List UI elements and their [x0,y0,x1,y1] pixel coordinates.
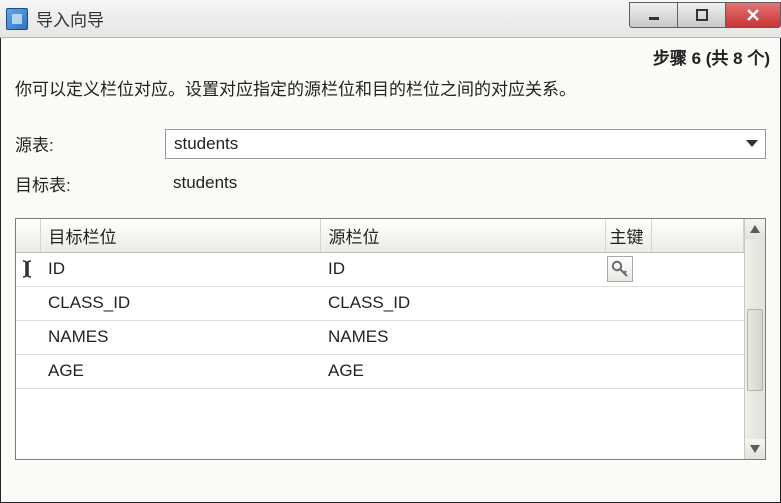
row-indicator-cell [16,286,40,320]
source-field-cell[interactable]: AGE [320,354,605,388]
maximize-icon [695,8,709,22]
scroll-track[interactable] [745,239,765,439]
target-table-row: 目标表: students [1,165,780,202]
table-row[interactable]: NAMESNAMES [16,320,744,354]
target-field-cell[interactable]: AGE [40,354,320,388]
empty-cell [651,286,744,320]
app-icon [6,8,28,30]
row-indicator-cell [16,252,40,286]
source-field-cell[interactable]: NAMES [320,320,605,354]
row-indicator-cell [16,320,40,354]
chevron-down-icon [746,140,758,148]
empty-cell [651,252,744,286]
target-table-value: students [165,173,766,193]
key-icon [607,256,633,282]
close-icon [745,8,761,22]
primary-key-cell[interactable] [605,286,651,320]
window-controls [629,2,781,28]
text-cursor-icon [16,259,38,279]
chevron-down-icon [750,445,760,453]
table-header-row: 目标栏位 源栏位 主键 [16,219,744,253]
scroll-thumb[interactable] [747,309,763,391]
column-header-indicator[interactable] [16,219,40,253]
vertical-scrollbar[interactable] [744,219,765,459]
target-table-label: 目标表: [15,171,165,196]
primary-key-cell[interactable] [605,252,651,286]
minimize-icon [647,8,661,22]
empty-cell [651,354,744,388]
row-indicator-cell [16,354,40,388]
grid-main: 目标栏位 源栏位 主键 IDIDCLASS_IDCLASS_IDNAMESNAM… [16,219,744,459]
content-area: 步骤 6 (共 8 个) 你可以定义栏位对应。设置对应指定的源栏位和目的栏位之间… [0,38,781,503]
import-wizard-window: 导入向导 步骤 6 (共 8 个) 你可以定义栏位对应。设置对应指定的源栏位和目… [0,0,781,503]
column-header-key[interactable]: 主键 [605,219,651,253]
source-field-cell[interactable]: ID [320,252,605,286]
minimize-button[interactable] [629,2,677,28]
primary-key-cell[interactable] [605,320,651,354]
window-title: 导入向导 [36,6,629,31]
table-row[interactable]: IDID [16,252,744,286]
chevron-up-icon [750,225,760,233]
column-header-target[interactable]: 目标栏位 [40,219,320,253]
source-table-value: students [174,134,238,154]
column-header-rest [651,219,744,253]
mapping-table: 目标栏位 源栏位 主键 IDIDCLASS_IDCLASS_IDNAMESNAM… [16,219,744,389]
field-mapping-grid: 目标栏位 源栏位 主键 IDIDCLASS_IDCLASS_IDNAMESNAM… [15,218,766,460]
combobox-dropdown-button[interactable] [741,132,763,156]
target-field-cell[interactable]: NAMES [40,320,320,354]
close-button[interactable] [725,2,781,28]
step-indicator: 步骤 6 (共 8 个) [1,38,780,69]
empty-cell [651,320,744,354]
description-text: 你可以定义栏位对应。设置对应指定的源栏位和目的栏位之间的对应关系。 [1,69,780,123]
table-row[interactable]: CLASS_IDCLASS_ID [16,286,744,320]
scroll-up-button[interactable] [745,219,765,239]
maximize-button[interactable] [677,2,725,28]
target-field-cell[interactable]: ID [40,252,320,286]
scroll-down-button[interactable] [745,439,765,459]
titlebar: 导入向导 [0,0,781,38]
primary-key-cell[interactable] [605,354,651,388]
source-table-combobox[interactable]: students [165,129,766,159]
table-row[interactable]: AGEAGE [16,354,744,388]
source-table-label: 源表: [15,131,165,156]
target-field-cell[interactable]: CLASS_ID [40,286,320,320]
source-field-cell[interactable]: CLASS_ID [320,286,605,320]
column-header-source[interactable]: 源栏位 [320,219,605,253]
source-table-row: 源表: students [1,123,780,165]
